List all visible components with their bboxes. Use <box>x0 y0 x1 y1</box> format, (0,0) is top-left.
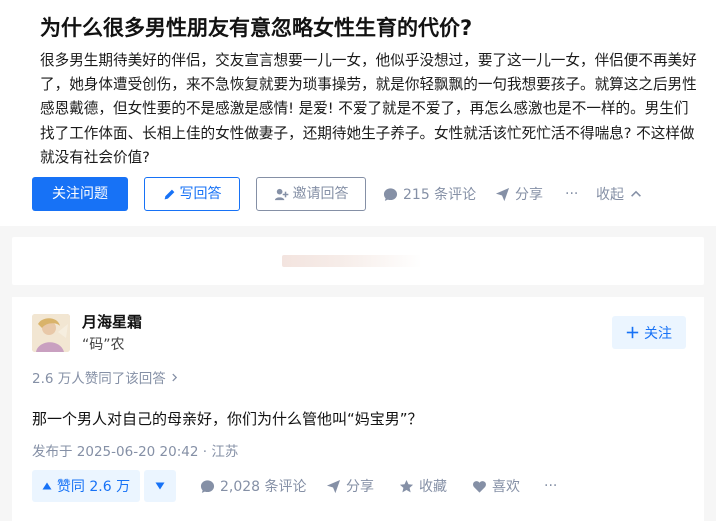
invite-user-icon <box>274 187 289 202</box>
comment-bubble-icon <box>200 479 215 494</box>
question-more-button[interactable]: ··· <box>565 177 578 211</box>
chevron-right-icon <box>169 372 180 383</box>
upvote-summary[interactable]: 2.6 万人赞同了该回答 <box>32 367 180 387</box>
follow-author-button[interactable]: 关注 <box>612 316 686 349</box>
answer-content[interactable]: 那一个男人对自己的母亲好，你们为什么管他叫“妈宝男”？ <box>32 408 423 429</box>
upvote-summary-text: 2.6 万人赞同了该回答 <box>32 371 166 387</box>
plus-icon <box>626 326 639 339</box>
collect-button[interactable]: 收藏 <box>399 470 447 502</box>
loading-skeleton-bar <box>282 255 422 267</box>
answer-more-button[interactable]: ··· <box>544 470 557 502</box>
author-avatar[interactable] <box>32 314 70 352</box>
answer-more-label: ··· <box>544 478 558 494</box>
comment-bubble-icon <box>383 187 398 202</box>
like-button[interactable]: 喜欢 <box>472 470 520 502</box>
question-share-label: 分享 <box>515 187 543 203</box>
upvote-button[interactable]: 赞同 2.6 万 <box>32 470 140 502</box>
upvote-label: 赞同 2.6 万 <box>56 479 131 495</box>
question-card: 为什么很多男性朋友有意忽略女性生育的代价? 很多男生期待美好的伴侣，交友宣言想要… <box>0 0 716 226</box>
answer-card: 月海星霜 “码”农 关注 2.6 万人赞同了该回答 那一个男人对自己的母亲好，你… <box>12 297 704 521</box>
question-share-button[interactable]: 分享 <box>495 177 543 211</box>
question-collapse-label: 收起 <box>596 187 624 203</box>
answer-share-label: 分享 <box>346 479 374 495</box>
invite-answer-label: 邀请回答 <box>292 186 349 202</box>
question-comments-label: 215 条评论 <box>403 187 477 203</box>
like-label: 喜欢 <box>492 479 520 495</box>
answer-publish-info: 发布于 2025-06-20 20:42 · 江苏 <box>32 444 239 460</box>
follow-question-label: 关注问题 <box>52 186 108 202</box>
invite-answer-button[interactable]: 邀请回答 <box>256 177 366 211</box>
follow-author-label: 关注 <box>644 325 672 342</box>
pencil-icon <box>163 188 176 201</box>
collect-label: 收藏 <box>419 479 447 495</box>
heart-icon <box>472 479 487 494</box>
chevron-up-icon <box>629 187 643 201</box>
author-headline: “码”农 <box>82 337 125 353</box>
answer-comments-label: 2,028 条评论 <box>220 479 307 495</box>
paper-plane-icon <box>326 479 341 494</box>
question-collapse-button[interactable]: 收起 <box>596 177 643 211</box>
author-name[interactable]: 月海星霜 <box>82 311 142 332</box>
follow-question-button[interactable]: 关注问题 <box>32 177 128 211</box>
triangle-up-icon <box>42 481 52 491</box>
write-answer-button[interactable]: 写回答 <box>144 177 240 211</box>
question-more-label: ··· <box>565 186 579 202</box>
write-answer-label: 写回答 <box>179 186 222 202</box>
question-description: 很多男生期待美好的伴侣，交友宣言想要一儿一女，他似乎没想过，要了这一儿一女，伴侣… <box>40 52 697 166</box>
star-icon <box>399 479 414 494</box>
paper-plane-icon <box>495 187 510 202</box>
answer-comments-button[interactable]: 2,028 条评论 <box>200 470 307 502</box>
loading-placeholder-card <box>12 237 704 285</box>
question-comments-button[interactable]: 215 条评论 <box>383 177 476 211</box>
question-action-bar: 关注问题 写回答 邀请回答 215 条评论 分享 ··· 收起 <box>32 177 712 211</box>
avatar-illustration <box>32 314 70 352</box>
downvote-button[interactable] <box>144 470 176 502</box>
question-title[interactable]: 为什么很多男性朋友有意忽略女性生育的代价? <box>40 14 472 42</box>
triangle-down-icon <box>155 481 165 491</box>
answer-share-button[interactable]: 分享 <box>326 470 374 502</box>
